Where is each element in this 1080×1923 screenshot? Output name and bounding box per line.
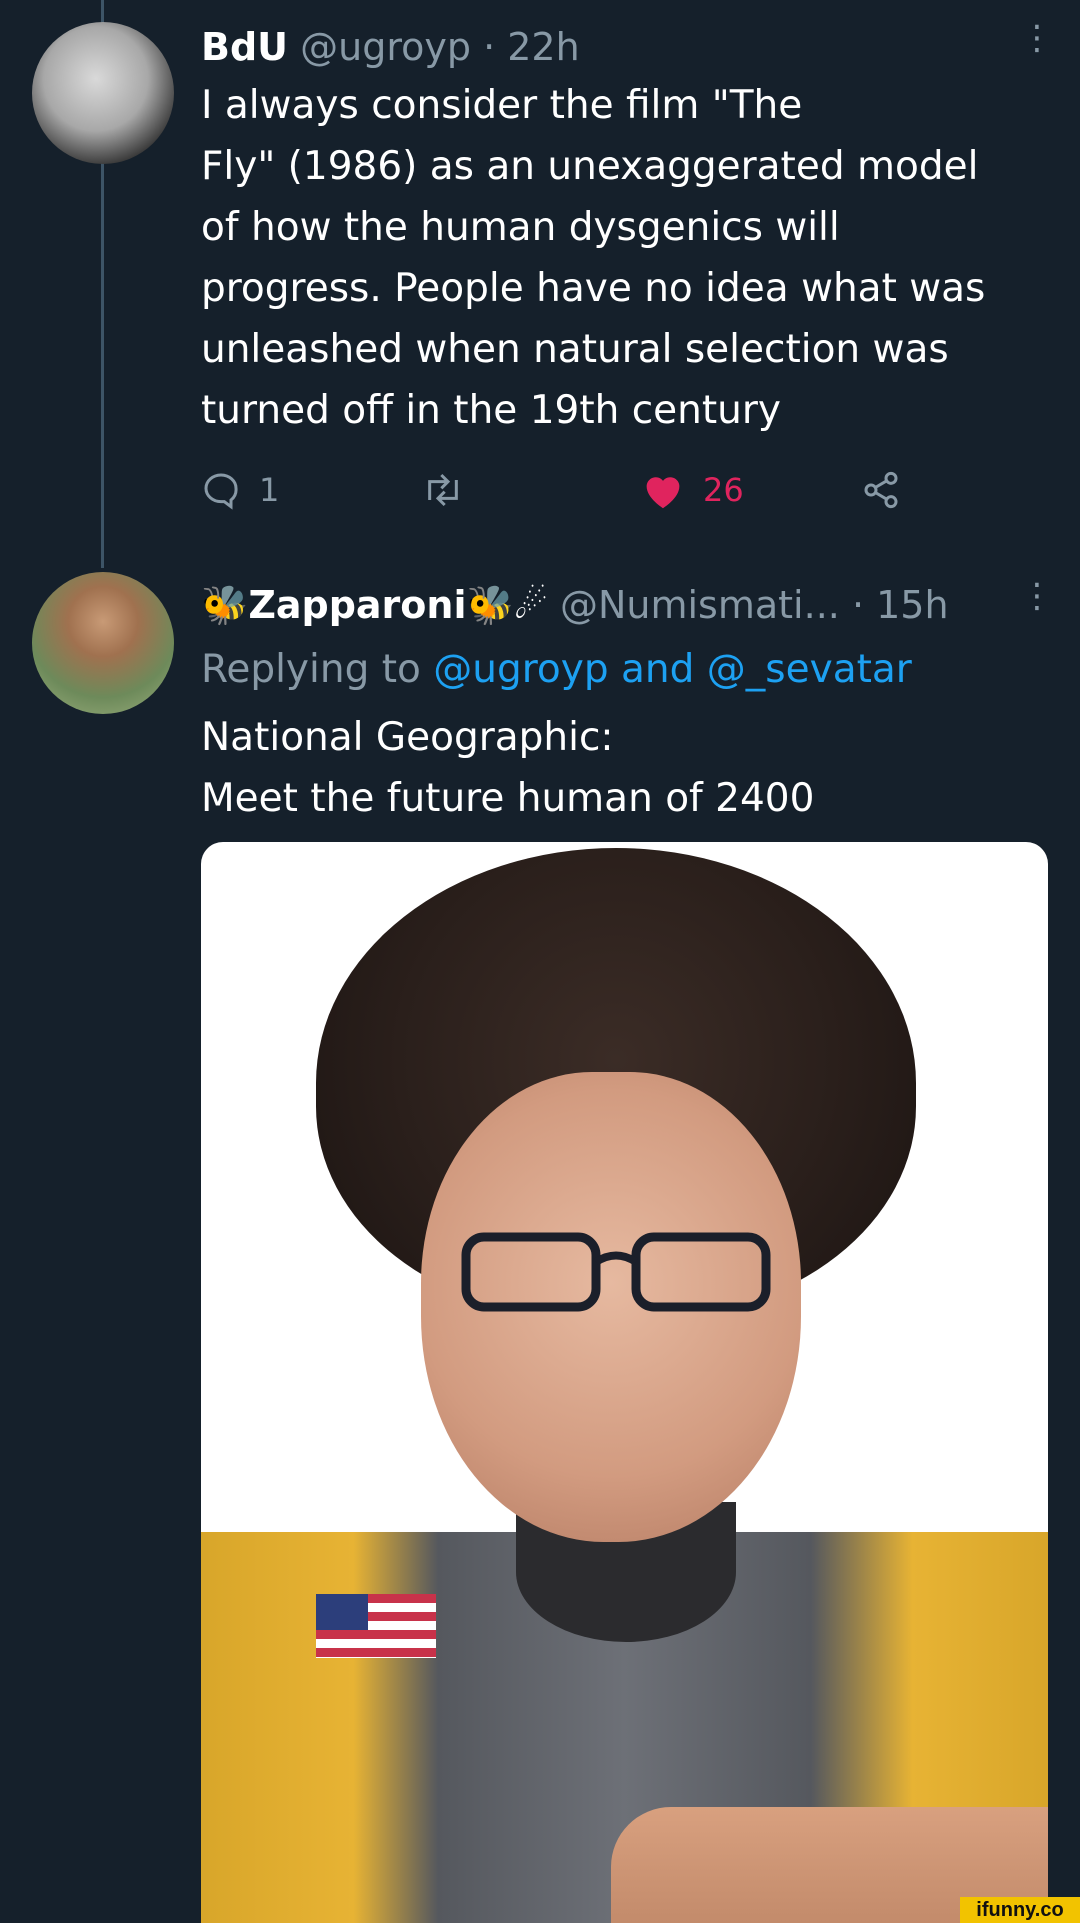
tweet-header: 🐝Zapparoni🐝☄ @Numismati... · 15h	[201, 582, 949, 628]
retweet-icon	[428, 473, 458, 507]
avatar[interactable]	[32, 22, 174, 164]
tweet-header: BdU @ugroyp · 22h	[201, 24, 580, 70]
more-vertical-icon[interactable]: ⋮	[1020, 21, 1054, 55]
share-icon	[864, 471, 898, 509]
display-name[interactable]: BdU	[201, 25, 288, 69]
user-handle[interactable]: @ugroyp	[300, 25, 471, 69]
user-handle[interactable]: @Numismati...	[560, 583, 840, 627]
replying-prefix: Replying to	[201, 647, 434, 692]
tweet-media-image[interactable]	[201, 842, 1048, 1923]
share-button[interactable]	[861, 462, 901, 518]
photo-flag-patch	[316, 1594, 436, 1658]
reply-count: 1	[259, 471, 280, 509]
more-vertical-icon[interactable]: ⋮	[1020, 579, 1054, 613]
like-count: 26	[703, 471, 744, 509]
timestamp[interactable]: · 15h	[852, 583, 949, 627]
reply-button[interactable]: 1	[201, 462, 279, 518]
replying-mentions[interactable]: @ugroyp and @_sevatar	[433, 647, 912, 692]
replying-to: Replying to @ugroyp and @_sevatar	[201, 640, 912, 700]
photo-glasses	[461, 1232, 771, 1312]
display-name[interactable]: 🐝Zapparoni🐝☄	[201, 583, 548, 627]
avatar[interactable]	[32, 572, 174, 714]
tweet-text: I always consider the film "The Fly" (19…	[201, 83, 986, 433]
watermark: ifunny.co	[960, 1897, 1080, 1923]
timestamp[interactable]: · 22h	[483, 25, 580, 69]
like-button[interactable]: 26	[641, 462, 744, 518]
heart-icon	[646, 477, 680, 509]
tweet-text: National Geographic: Meet the future hum…	[201, 715, 815, 821]
tweet-actions: 1 26	[201, 462, 1031, 518]
retweet-button[interactable]	[421, 462, 465, 518]
reply-icon	[204, 473, 238, 510]
